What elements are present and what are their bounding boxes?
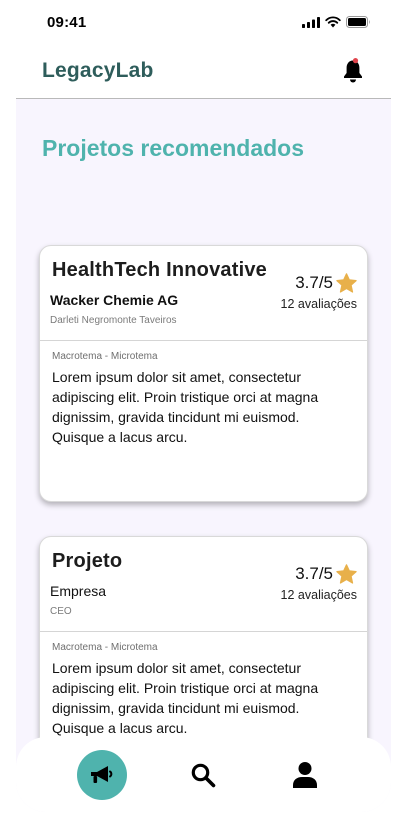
bottom-nav [16, 737, 391, 812]
project-title: HealthTech Innovative [52, 259, 267, 281]
nav-search-button[interactable] [178, 750, 228, 800]
company-name: Wacker Chemie AG [50, 292, 179, 308]
bell-icon [344, 58, 362, 83]
rating: 3.7/5 12 avaliações [281, 273, 357, 311]
card-header: HealthTech Innovative Wacker Chemie AG D… [40, 246, 367, 341]
nav-projects-button[interactable] [76, 749, 127, 800]
card-body: Macrotema - Microtema Lorem ipsum dolor … [40, 632, 367, 738]
notifications-button[interactable] [341, 58, 365, 84]
wifi-icon [325, 16, 341, 28]
rating-value: 3.7/5 [295, 564, 333, 583]
rating-value: 3.7/5 [295, 273, 333, 292]
reviews-count: 12 avaliações [280, 588, 357, 602]
person-name: CEO [50, 606, 72, 617]
battery-icon [346, 16, 370, 28]
nav-profile-button[interactable] [280, 750, 330, 800]
rating: 3.7/5 12 avaliações [281, 564, 357, 602]
megaphone-icon [90, 765, 113, 783]
status-bar: 09:41 [16, 0, 391, 44]
project-tags: Macrotema - Microtema [52, 351, 158, 362]
app-title: LegacyLab [42, 59, 154, 82]
star-icon [336, 273, 357, 293]
cellular-signal-icon [302, 16, 320, 28]
person-name: Darleti Negromonte Taveiros [50, 315, 177, 326]
phone-screen: 09:41 LegacyLab Projetos recomendados He… [16, 0, 391, 812]
project-title: Projeto [52, 550, 123, 572]
search-icon [192, 763, 216, 787]
project-tags: Macrotema - Microtema [52, 642, 158, 653]
status-time: 09:41 [47, 13, 87, 31]
project-card[interactable]: HealthTech Innovative Wacker Chemie AG D… [39, 245, 368, 502]
app-header: LegacyLab [16, 44, 391, 99]
status-icons [302, 16, 371, 28]
star-icon [336, 564, 357, 584]
section-title: Projetos recomendados [42, 135, 305, 161]
company-name: Empresa [50, 583, 107, 599]
card-body: Macrotema - Microtema Lorem ipsum dolor … [40, 341, 367, 447]
project-description: Lorem ipsum dolor sit amet, consectetur … [52, 369, 319, 445]
user-icon [293, 761, 318, 788]
card-header: Projeto Empresa CEO 3.7/5 12 avaliações [40, 537, 367, 632]
project-description: Lorem ipsum dolor sit amet, consectetur … [52, 660, 319, 736]
reviews-count: 12 avaliações [280, 297, 357, 311]
